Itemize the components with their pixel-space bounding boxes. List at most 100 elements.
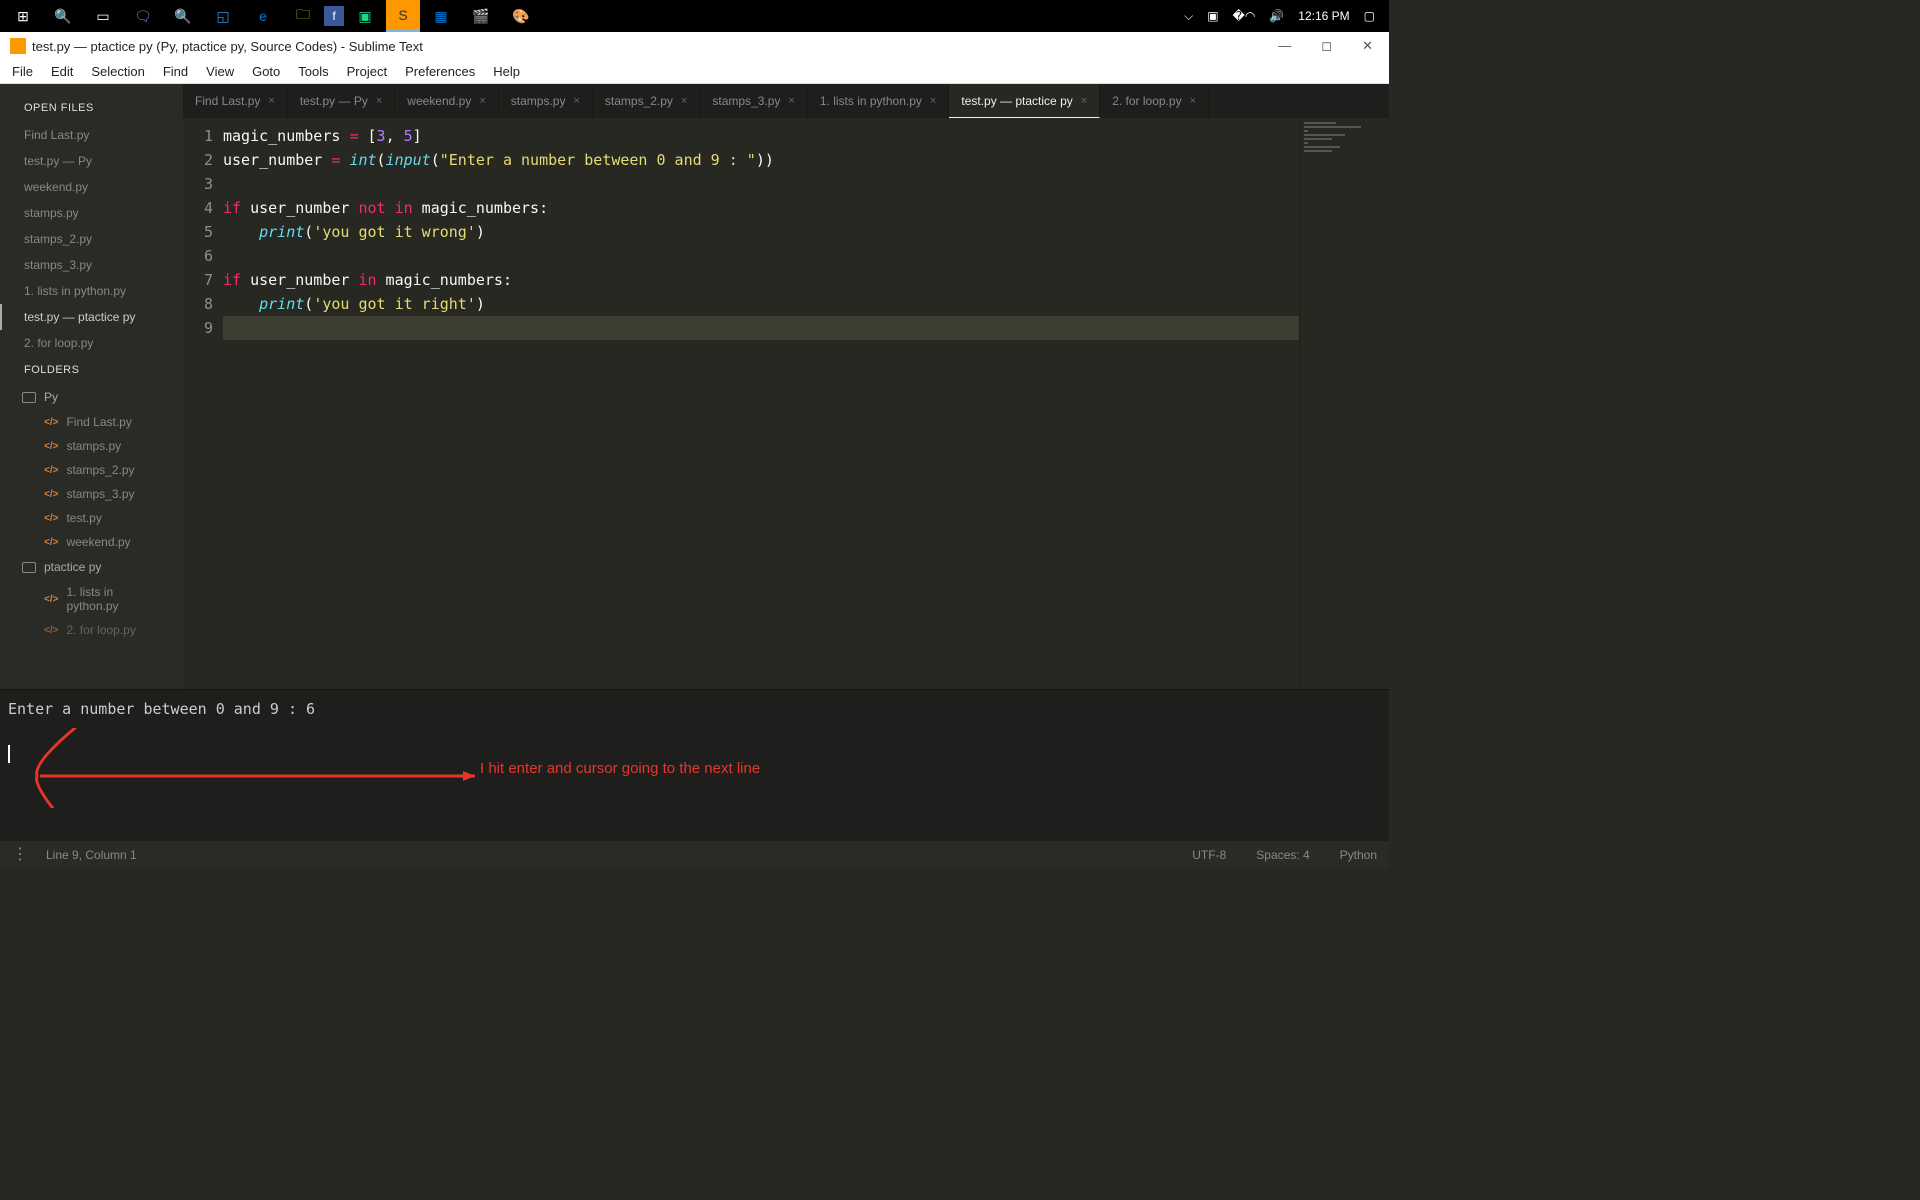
close-icon[interactable]: × [788, 95, 794, 107]
taskview-icon[interactable]: ▭ [84, 0, 122, 32]
file-item[interactable]: </>stamps.py [0, 434, 183, 458]
status-encoding[interactable]: UTF-8 [1192, 848, 1226, 862]
close-icon[interactable]: × [681, 95, 687, 107]
app-icon[interactable]: 🗨 [124, 0, 162, 32]
annotation-text: I hit enter and cursor going to the next… [480, 760, 760, 777]
code-icon: </> [44, 594, 58, 605]
file-item[interactable]: </>stamps_3.py [0, 482, 183, 506]
app-logo-icon [10, 38, 26, 54]
open-file-item[interactable]: weekend.py [0, 174, 183, 200]
explorer-icon[interactable]: 🗀 [284, 0, 322, 32]
menu-help[interactable]: Help [485, 62, 528, 81]
pycharm-icon[interactable]: ▣ [346, 0, 384, 32]
app-icon[interactable]: ◱ [204, 0, 242, 32]
open-file-item[interactable]: stamps_2.py [0, 226, 183, 252]
facebook-icon[interactable]: f [324, 6, 344, 26]
close-icon[interactable]: × [1081, 95, 1087, 107]
code-icon: </> [44, 537, 58, 548]
code-icon: </> [44, 513, 58, 524]
tab[interactable]: stamps_2.py× [593, 84, 700, 118]
folder-label: ptactice py [44, 560, 101, 574]
edge-icon[interactable]: e [244, 0, 282, 32]
folder-item[interactable]: Py [0, 384, 183, 410]
tab[interactable]: weekend.py× [395, 84, 498, 118]
tab[interactable]: Find Last.py× [183, 84, 288, 118]
statusbar: ⋮ Line 9, Column 1 UTF-8 Spaces: 4 Pytho… [0, 841, 1389, 869]
maximize-button[interactable]: ◻ [1315, 36, 1338, 56]
file-item[interactable]: </>Find Last.py [0, 410, 183, 434]
file-item[interactable]: </>test.py [0, 506, 183, 530]
folder-item[interactable]: ptactice py [0, 554, 183, 580]
sublime-icon[interactable]: S [386, 0, 420, 32]
folder-icon [22, 562, 36, 573]
movies-icon[interactable]: 🎬 [462, 0, 500, 32]
menu-project[interactable]: Project [339, 62, 395, 81]
open-file-item[interactable]: test.py — Py [0, 148, 183, 174]
console[interactable]: Enter a number between 0 and 9 : 6 I hit… [0, 689, 1389, 841]
menu-goto[interactable]: Goto [244, 62, 288, 81]
close-icon[interactable]: × [376, 95, 382, 107]
tab[interactable]: test.py — Py× [288, 84, 395, 118]
close-icon[interactable]: × [1190, 95, 1196, 107]
open-files-header: OPEN FILES [0, 94, 183, 122]
volume-icon[interactable]: 🔊 [1269, 9, 1284, 23]
paint-icon[interactable]: 🎨 [502, 0, 540, 32]
menu-preferences[interactable]: Preferences [397, 62, 483, 81]
code-icon: </> [44, 625, 58, 636]
clock[interactable]: 12:16 PM [1298, 9, 1349, 23]
app-icon[interactable]: 🔍 [164, 0, 202, 32]
annotation-arrow [25, 728, 475, 808]
tab[interactable]: 2. for loop.py× [1100, 84, 1209, 118]
close-button[interactable]: ✕ [1356, 36, 1379, 56]
minimize-button[interactable]: — [1272, 36, 1297, 56]
folder-icon [22, 392, 36, 403]
menu-file[interactable]: File [4, 62, 41, 81]
open-file-item[interactable]: Find Last.py [0, 122, 183, 148]
status-position[interactable]: Line 9, Column 1 [46, 848, 137, 862]
open-file-item[interactable]: stamps_3.py [0, 252, 183, 278]
store-icon[interactable]: ▦ [422, 0, 460, 32]
line-gutter: 1 2 3 4 5 6 7 8 9 [183, 118, 223, 689]
editor: Find Last.py× test.py — Py× weekend.py× … [183, 84, 1389, 689]
file-item[interactable]: </>weekend.py [0, 530, 183, 554]
status-indent[interactable]: Spaces: 4 [1256, 848, 1309, 862]
tab-bar: Find Last.py× test.py — Py× weekend.py× … [183, 84, 1389, 118]
menubar: File Edit Selection Find View Goto Tools… [0, 60, 1389, 84]
battery-icon[interactable]: ▣ [1207, 9, 1218, 23]
menu-view[interactable]: View [198, 62, 242, 81]
open-file-item[interactable]: 2. for loop.py [0, 330, 183, 356]
sidebar: OPEN FILES Find Last.py test.py — Py wee… [0, 84, 183, 689]
code-view[interactable]: magic_numbers = [3, 5] user_number = int… [223, 118, 1299, 689]
file-item[interactable]: </>stamps_2.py [0, 458, 183, 482]
menu-tools[interactable]: Tools [290, 62, 336, 81]
open-file-item[interactable]: stamps.py [0, 200, 183, 226]
code-icon: </> [44, 417, 58, 428]
code-icon: </> [44, 465, 58, 476]
start-icon[interactable]: ⊞ [4, 0, 42, 32]
menu-find[interactable]: Find [155, 62, 196, 81]
search-icon[interactable]: 🔍 [44, 0, 82, 32]
close-icon[interactable]: × [573, 95, 579, 107]
tab[interactable]: stamps_3.py× [700, 84, 807, 118]
wifi-icon[interactable]: �◠ [1233, 9, 1256, 23]
status-lang[interactable]: Python [1340, 848, 1377, 862]
open-file-item[interactable]: test.py — ptactice py [0, 304, 183, 330]
close-icon[interactable]: × [268, 95, 274, 107]
os-taskbar: ⊞ 🔍 ▭ 🗨 🔍 ◱ e 🗀 f ▣ S ▦ 🎬 🎨 ⌵ ▣ �◠ 🔊 12:… [0, 0, 1389, 32]
menu-edit[interactable]: Edit [43, 62, 81, 81]
close-icon[interactable]: × [479, 95, 485, 107]
tab[interactable]: 1. lists in python.py× [808, 84, 950, 118]
console-line: Enter a number between 0 and 9 : 6 [8, 700, 1381, 718]
file-item[interactable]: </>2. for loop.py [0, 618, 183, 642]
notifications-icon[interactable]: ▢ [1364, 9, 1375, 23]
close-icon[interactable]: × [930, 95, 936, 107]
open-file-item[interactable]: 1. lists in python.py [0, 278, 183, 304]
tab[interactable]: stamps.py× [499, 84, 593, 118]
code-icon: </> [44, 441, 58, 452]
folder-label: Py [44, 390, 58, 404]
menu-selection[interactable]: Selection [83, 62, 152, 81]
tab[interactable]: test.py — ptactice py× [949, 84, 1100, 118]
file-item[interactable]: </>1. lists in python.py [0, 580, 183, 618]
minimap[interactable] [1299, 118, 1389, 689]
chevron-down-icon[interactable]: ⌵ [1184, 9, 1193, 24]
